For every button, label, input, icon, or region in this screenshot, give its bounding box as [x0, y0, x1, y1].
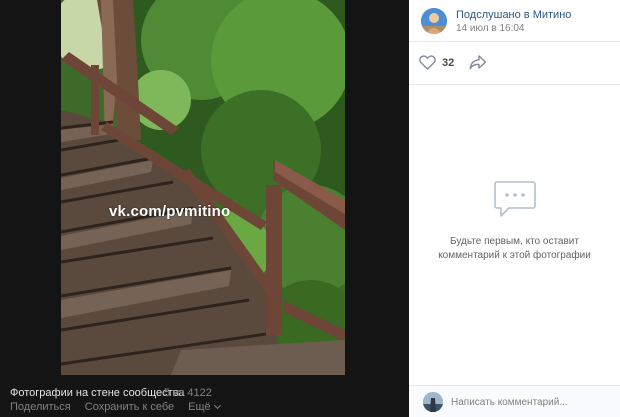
photo[interactable]: vk.com/pvmitino — [61, 0, 345, 375]
comment-input[interactable] — [451, 392, 611, 412]
empty-comments-text: Будьте первым, кто оставит комментарий к… — [438, 236, 591, 261]
info-panel: Подслушано в Митино 14 июл в 16:04 32 Бу… — [409, 0, 620, 417]
photo-watermark: vk.com/pvmitino — [109, 203, 231, 220]
photo-footer: Фотографии на стене сообщества 5 из 4122… — [0, 375, 409, 417]
more-menu[interactable]: Ещё — [188, 401, 221, 413]
like-button[interactable]: 32 — [419, 55, 454, 70]
photo-counter: 5 из 4122 — [164, 387, 212, 399]
share-button[interactable] — [469, 55, 487, 75]
chevron-down-icon — [213, 401, 221, 410]
like-count: 32 — [442, 56, 455, 69]
user-avatar[interactable] — [423, 392, 443, 412]
group-name[interactable]: Подслушано в Митино — [456, 9, 571, 21]
post-date[interactable]: 14 июл в 16:04 — [456, 23, 525, 34]
reactions-row: 32 — [409, 42, 620, 85]
comment-bubble-icon — [493, 181, 536, 217]
post-header: Подслушано в Митино 14 июл в 16:04 — [409, 0, 620, 42]
save-link[interactable]: Сохранить к себе — [85, 401, 174, 413]
share-arrow-icon — [469, 55, 487, 70]
heart-icon — [419, 55, 436, 70]
empty-comments: Будьте первым, кто оставит комментарий к… — [409, 180, 620, 263]
photo-image — [61, 0, 345, 375]
photo-actions: Поделиться Сохранить к себе Ещё — [10, 401, 221, 413]
photo-viewer: vk.com/pvmitino Фотографии на стене сооб… — [0, 0, 409, 417]
more-label: Ещё — [188, 401, 211, 413]
group-avatar[interactable] — [421, 8, 447, 34]
share-link[interactable]: Поделиться — [10, 401, 71, 413]
comment-composer — [409, 385, 620, 417]
album-title[interactable]: Фотографии на стене сообщества — [10, 387, 185, 399]
